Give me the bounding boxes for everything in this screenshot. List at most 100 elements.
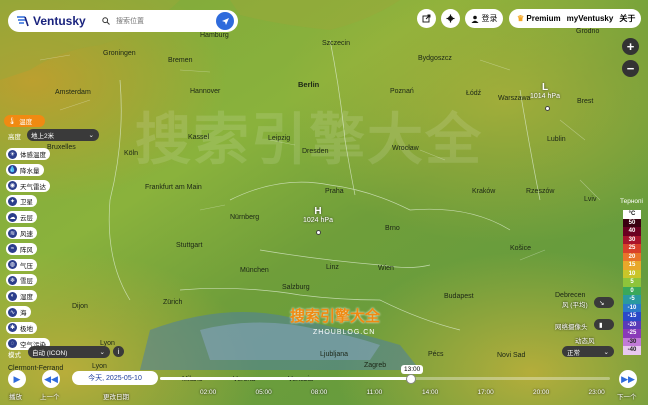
city-label[interactable]: Nürnberg	[230, 214, 259, 221]
city-label[interactable]: Brest	[577, 98, 593, 105]
layer-item[interactable]: ☁ 云层	[6, 211, 37, 224]
timeline-hour[interactable]: 11:00	[367, 389, 383, 396]
timeline-hour[interactable]: 02:00	[200, 389, 216, 396]
city-label[interactable]: Lublin	[547, 136, 566, 143]
city-label[interactable]: Bruxelles	[47, 144, 76, 151]
timeline-hour[interactable]: 17:00	[478, 389, 494, 396]
city-label[interactable]: Praha	[325, 188, 344, 195]
webcam-toggle[interactable]: ▮	[594, 319, 614, 330]
search-bar[interactable]	[96, 10, 238, 32]
city-label[interactable]: Köln	[124, 150, 138, 157]
info-button[interactable]: ⅰ	[113, 346, 124, 357]
layer-temperature[interactable]: 🌡 温度	[4, 115, 45, 127]
thermometer-icon: 🌡	[8, 118, 17, 125]
city-label[interactable]: Warszawa	[498, 95, 530, 102]
mode-select[interactable]: 自动 (ICON) ⌄	[28, 346, 110, 358]
city-label[interactable]: Szczecin	[322, 40, 350, 47]
city-label[interactable]: Berlin	[298, 80, 319, 89]
layer-item[interactable]: ❄ 雪层	[6, 274, 37, 287]
city-label[interactable]: Frankfurt am Main	[145, 184, 202, 191]
city-label[interactable]: Linz	[326, 264, 339, 271]
layer-label: 极地	[20, 325, 33, 333]
city-label[interactable]: Salzburg	[282, 284, 310, 291]
about-link[interactable]: 关于	[619, 13, 635, 24]
city-label[interactable]: Rzeszów	[526, 188, 554, 195]
premium-link[interactable]: ♛ Premium	[517, 14, 561, 23]
weather-map[interactable]	[0, 0, 648, 405]
altitude-select[interactable]: 地上2米 ⌄	[27, 129, 99, 141]
timeline-hour[interactable]: 23:00	[589, 389, 605, 396]
city-label[interactable]: Lviv	[584, 196, 596, 203]
city-label[interactable]: Bremen	[168, 57, 193, 64]
layer-label: 气压	[20, 262, 33, 270]
city-label[interactable]: Kraków	[472, 188, 495, 195]
city-label[interactable]: Hamburg	[200, 32, 229, 39]
user-icon	[471, 15, 478, 23]
city-label[interactable]: Brno	[385, 225, 400, 232]
city-label[interactable]: Leipzig	[268, 135, 290, 142]
layer-item[interactable]: ≈ 阵风	[6, 242, 37, 255]
city-label[interactable]: Budapest	[444, 293, 474, 300]
timeline-hour[interactable]: 05:00	[256, 389, 272, 396]
city-label[interactable]: Dijon	[72, 303, 88, 310]
city-label[interactable]: Ljubljana	[320, 351, 348, 358]
play-button[interactable]: ▶	[8, 370, 26, 388]
city-label[interactable]: Bydgoszcz	[418, 55, 452, 62]
legend-cell: 5	[623, 278, 641, 287]
city-label[interactable]: Pécs	[428, 351, 444, 358]
layer-item[interactable]: ✱ 极地	[6, 321, 37, 334]
city-label[interactable]: Hannover	[190, 88, 220, 95]
timeline-hour[interactable]: 20:00	[533, 389, 549, 396]
city-label[interactable]: Grodno	[576, 28, 599, 35]
city-label[interactable]: Wien	[378, 265, 394, 272]
city-label[interactable]: Debrecen	[555, 292, 585, 299]
layer-item[interactable]: ☀ 体感温度	[6, 148, 50, 160]
locate-button[interactable]	[216, 12, 234, 30]
city-label[interactable]: Wrocław	[392, 145, 419, 152]
city-label[interactable]: Amsterdam	[55, 89, 91, 96]
animation-speed-select[interactable]: 正常 ⌄	[562, 346, 614, 357]
search-input[interactable]	[114, 16, 208, 26]
city-label[interactable]: München	[240, 267, 269, 274]
camera-icon: ▮	[599, 321, 603, 329]
city-label[interactable]: Stuttgart	[176, 242, 202, 249]
share-button[interactable]	[417, 9, 436, 28]
previous-button[interactable]: ◀◀	[42, 370, 60, 388]
city-label[interactable]: Łódź	[466, 90, 481, 97]
myventusky-link[interactable]: myVentusky	[567, 14, 614, 23]
city-label[interactable]: Zagreb	[364, 362, 386, 369]
legend-location: Тернопі	[620, 198, 644, 205]
timeline-handle[interactable]	[406, 374, 416, 384]
city-label[interactable]: Lyon	[92, 363, 107, 370]
layer-item[interactable]: ≋ 风速	[6, 227, 37, 239]
settings-button[interactable]	[441, 9, 460, 28]
next-button[interactable]: ▶▶	[619, 370, 637, 388]
zoom-in-button[interactable]: +	[622, 38, 639, 55]
city-label[interactable]: Košice	[510, 245, 531, 252]
city-label[interactable]: Kassel	[188, 134, 209, 141]
timeline-hour[interactable]: 08:00	[311, 389, 327, 396]
city-label[interactable]: Groningen	[103, 50, 136, 57]
wind-toggle[interactable]: ↘	[594, 297, 614, 308]
city-label[interactable]: Dresden	[302, 148, 328, 155]
legend-cell: 25	[623, 244, 641, 253]
zoom-out-button[interactable]: −	[622, 60, 639, 77]
layer-item[interactable]: ◐ 湿度	[6, 290, 37, 303]
logo[interactable]: Ventusky	[8, 10, 96, 32]
login-button[interactable]: 登录	[465, 9, 503, 28]
change-date-label[interactable]: 更改日期	[103, 391, 129, 401]
city-label[interactable]: Novi Sad	[497, 352, 525, 359]
timeline-hour[interactable]: 14:00	[422, 389, 438, 396]
legend-cell: 15	[623, 261, 641, 270]
layer-item[interactable]: 💧 降水量	[6, 163, 44, 176]
mode-label: 模式	[8, 352, 21, 359]
altitude-label: 高度	[8, 134, 21, 141]
city-label[interactable]: Poznań	[390, 88, 414, 95]
layer-item[interactable]: ✦ 卫星	[6, 195, 37, 208]
layer-item[interactable]: ◉ 天气雷达	[6, 179, 50, 192]
layer-item[interactable]: ◍ 气压	[6, 258, 37, 271]
date-picker[interactable]: 今天, 2025-05-10	[72, 371, 158, 385]
city-label[interactable]: Zürich	[163, 299, 182, 306]
temperature-legend[interactable]: °C 50 40 30 25 20 15 10 5 0 -5 -10 -15 -20 -25 -30 -40	[623, 210, 641, 355]
layer-item[interactable]: ∿ 海	[6, 306, 31, 318]
